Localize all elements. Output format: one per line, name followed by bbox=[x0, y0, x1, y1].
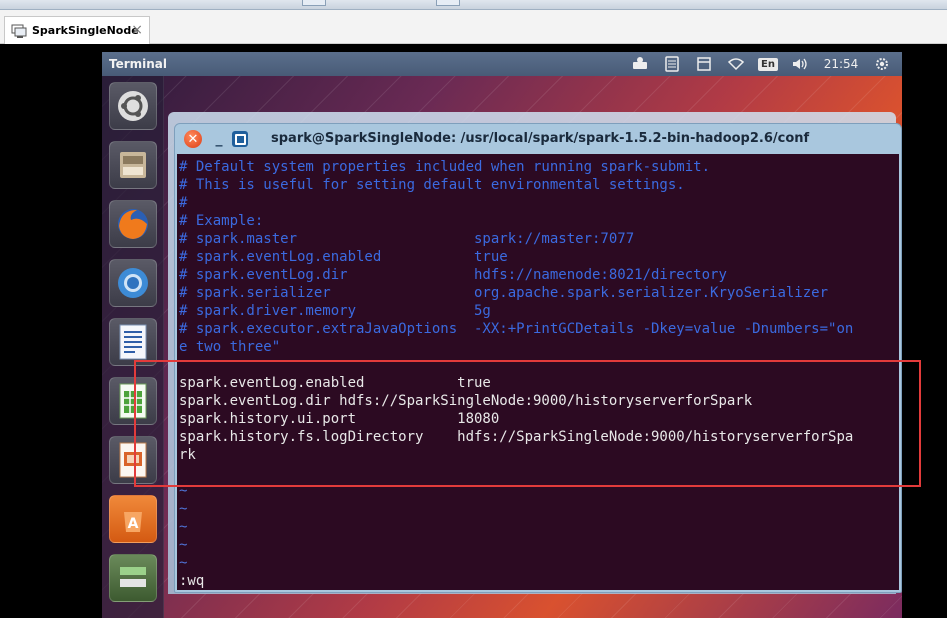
software-center-icon[interactable]: A bbox=[109, 495, 157, 543]
host-tabbar: SparkSingleNode × bbox=[0, 10, 947, 44]
close-icon[interactable]: × bbox=[131, 23, 143, 37]
language-label: En bbox=[758, 57, 778, 71]
vm-screen[interactable]: Terminal En 21:54 A ✕ _ spark@SparkSingl… bbox=[102, 52, 902, 618]
terminal-content[interactable]: # Default system properties included whe… bbox=[177, 154, 899, 590]
comment-line: # Default system properties included whe… bbox=[179, 159, 711, 175]
empty-line-tilde: ~ bbox=[179, 555, 188, 571]
comment-line: # spark.driver.memory 5g bbox=[179, 303, 491, 319]
terminal-titlebar[interactable]: ✕ _ spark@SparkSingleNode: /usr/local/sp… bbox=[175, 124, 901, 154]
empty-line-tilde: ~ bbox=[179, 519, 188, 535]
vm-icon bbox=[11, 23, 27, 39]
config-line: rk bbox=[179, 447, 196, 463]
indicator-area: En 21:54 bbox=[624, 52, 898, 76]
config-line: spark.eventLog.dir hdfs://SparkSingleNod… bbox=[179, 393, 753, 409]
calendar-icon[interactable] bbox=[688, 52, 720, 76]
svg-text:A: A bbox=[128, 516, 139, 532]
top-panel: Terminal En 21:54 bbox=[102, 52, 902, 76]
config-line: spark.history.fs.logDirectory hdfs://Spa… bbox=[179, 429, 854, 445]
ubuntu-dash-icon[interactable] bbox=[109, 82, 157, 130]
empty-line-tilde: ~ bbox=[179, 501, 188, 517]
launcher: A bbox=[102, 76, 164, 618]
comment-line: # spark.master spark://master:7077 bbox=[179, 231, 635, 247]
wifi-icon[interactable] bbox=[720, 52, 752, 76]
vm-tab-label: SparkSingleNode bbox=[32, 24, 139, 37]
volume-icon[interactable] bbox=[784, 52, 816, 76]
host-toolbar-button[interactable] bbox=[436, 0, 460, 6]
empty-line-tilde: ~ bbox=[179, 483, 188, 499]
comment-line: # This is useful for setting default env… bbox=[179, 177, 685, 193]
chromium-icon[interactable] bbox=[109, 259, 157, 307]
network-icon[interactable] bbox=[624, 52, 656, 76]
impress-icon[interactable] bbox=[109, 436, 157, 484]
language-icon[interactable]: En bbox=[752, 52, 784, 76]
comment-line: # spark.eventLog.dir hdfs://namenode:802… bbox=[179, 267, 727, 283]
terminal-title: spark@SparkSingleNode: /usr/local/spark/… bbox=[271, 131, 810, 146]
firefox-icon[interactable] bbox=[109, 200, 157, 248]
comment-line: # spark.eventLog.enabled true bbox=[179, 249, 508, 265]
host-toolbar bbox=[0, 0, 947, 10]
comment-line: # bbox=[179, 195, 188, 211]
calc-icon[interactable] bbox=[109, 377, 157, 425]
host-toolbar-button[interactable] bbox=[302, 0, 326, 6]
gear-icon[interactable] bbox=[866, 52, 898, 76]
comment-line: e two three" bbox=[179, 339, 281, 355]
config-line: spark.eventLog.enabled true bbox=[179, 375, 491, 391]
writer-icon[interactable] bbox=[109, 318, 157, 366]
active-app-title: Terminal bbox=[109, 57, 168, 71]
files-icon[interactable] bbox=[109, 141, 157, 189]
clock[interactable]: 21:54 bbox=[816, 52, 866, 76]
comment-line: # spark.executor.extraJavaOptions -XX:+P… bbox=[179, 321, 854, 337]
config-line: spark.history.ui.port 18080 bbox=[179, 411, 500, 427]
vm-tab[interactable]: SparkSingleNode × bbox=[4, 16, 150, 44]
maximize-icon[interactable] bbox=[232, 131, 248, 147]
keyboard-icon[interactable] bbox=[656, 52, 688, 76]
comment-line: # spark.serializer org.apache.spark.seri… bbox=[179, 285, 829, 301]
workspace-icon[interactable] bbox=[109, 554, 157, 602]
empty-line-tilde: ~ bbox=[179, 537, 188, 553]
vim-command-line[interactable]: :wq bbox=[179, 572, 204, 590]
terminal-window[interactable]: ✕ _ spark@SparkSingleNode: /usr/local/sp… bbox=[174, 123, 902, 593]
comment-line: # Example: bbox=[179, 213, 264, 229]
minimize-icon[interactable]: _ bbox=[210, 130, 228, 148]
close-icon[interactable]: ✕ bbox=[184, 130, 202, 148]
